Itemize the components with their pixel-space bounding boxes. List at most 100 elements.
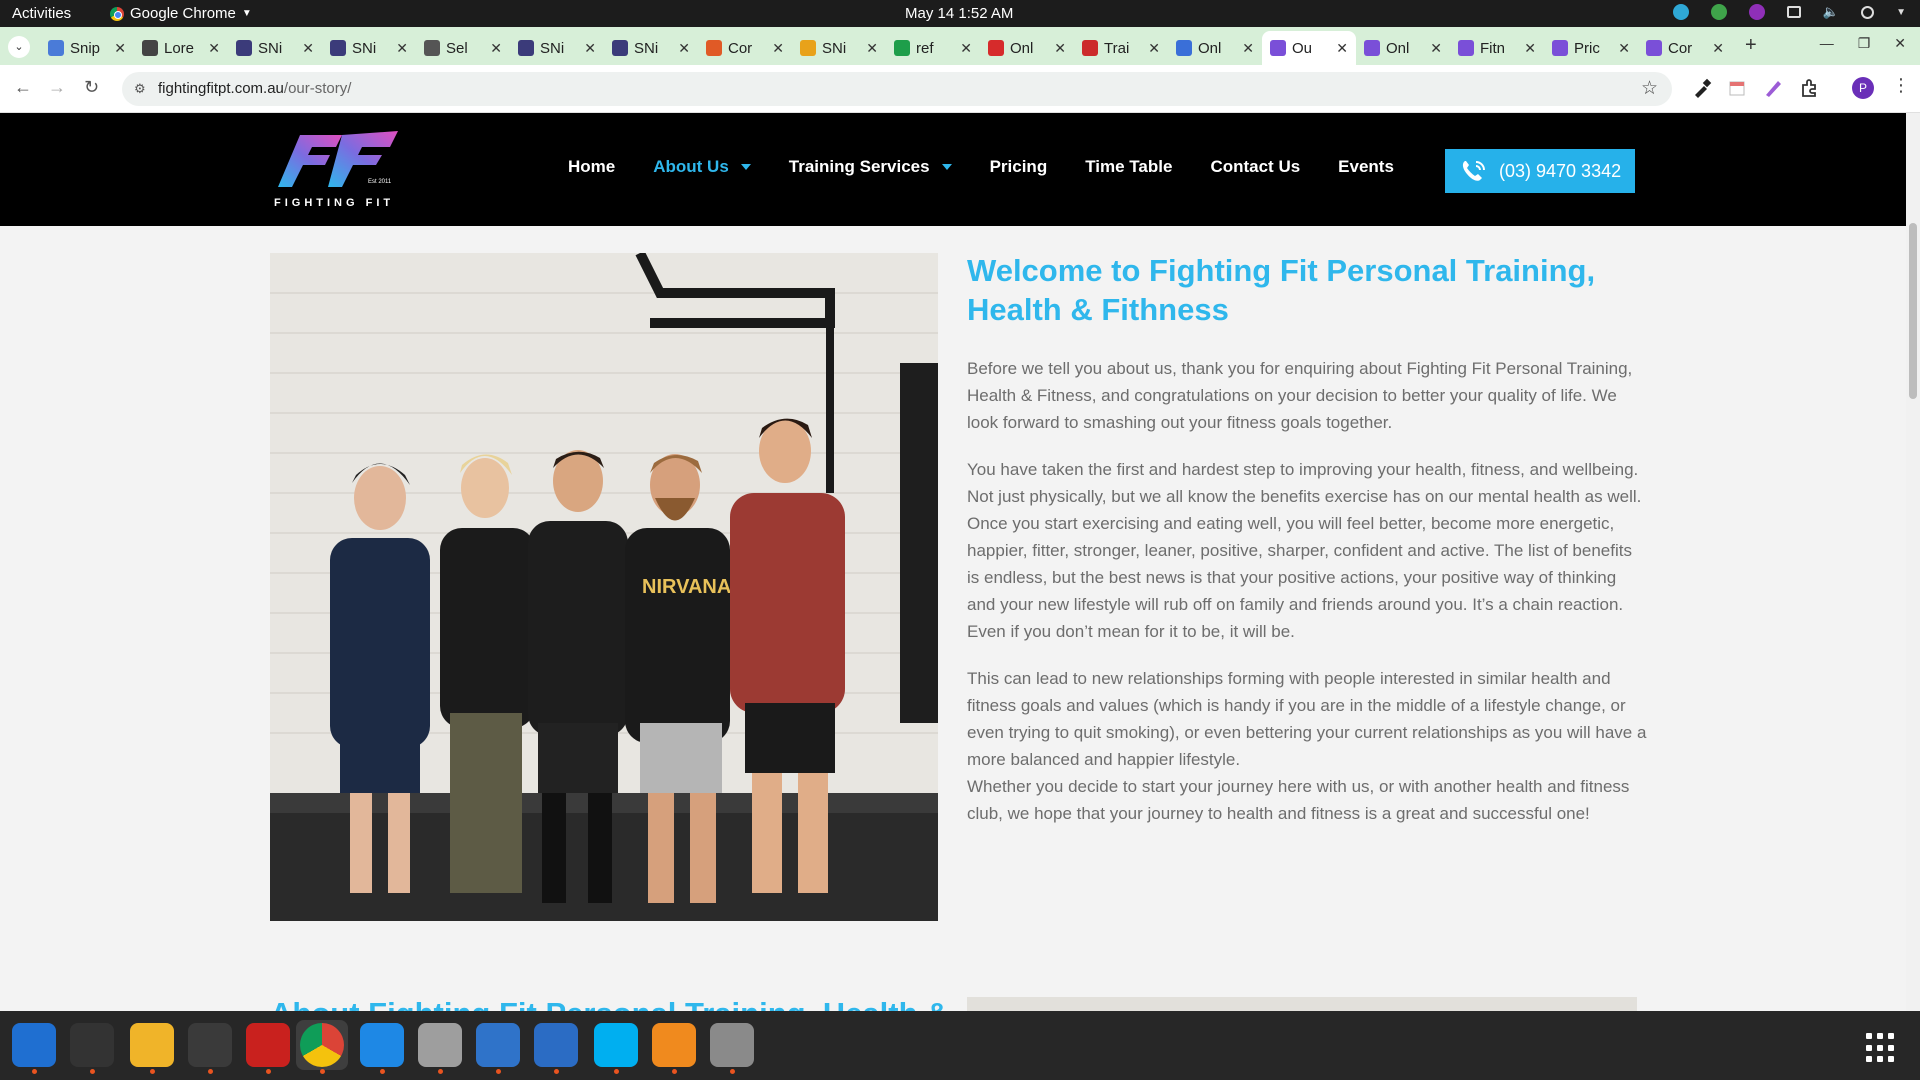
dock-system-monitor[interactable] (184, 1020, 236, 1074)
tab-close-icon[interactable]: ✕ (1618, 40, 1630, 57)
extensions-puzzle-icon[interactable] (1798, 77, 1820, 99)
url-path: /our-story/ (283, 80, 352, 97)
dock-terminal[interactable] (66, 1020, 118, 1074)
browser-tab[interactable]: Trai ✕ (1074, 31, 1168, 65)
tab-close-icon[interactable]: ✕ (960, 40, 972, 57)
tab-close-icon[interactable]: ✕ (490, 40, 502, 57)
bookmark-star-icon[interactable]: ☆ (1641, 77, 1658, 100)
tab-close-icon[interactable]: ✕ (1148, 40, 1160, 57)
extension-tray-icon[interactable] (1710, 4, 1727, 20)
skype-icon (594, 1023, 638, 1067)
dock-skype[interactable] (590, 1020, 642, 1074)
site-info-icon[interactable]: ⚙ (134, 81, 150, 97)
main-navigation: Home About Us Training Services Pricing Time… (568, 157, 1432, 177)
nav-item-label: Home (568, 157, 616, 176)
browser-tab[interactable]: Onl ✕ (1168, 31, 1262, 65)
tab-close-icon[interactable]: ✕ (1336, 40, 1348, 57)
app-tray-icon[interactable] (1748, 4, 1765, 20)
nav-item-pricing[interactable]: Pricing (990, 157, 1048, 177)
eyedropper-extension-icon[interactable] (1690, 77, 1712, 99)
page-scrollbar[interactable] (1906, 113, 1920, 1011)
tab-close-icon[interactable]: ✕ (396, 40, 408, 57)
dock-text-editor[interactable] (472, 1020, 524, 1074)
browser-tab[interactable]: SNi ✕ (792, 31, 886, 65)
browser-tab[interactable]: Cor ✕ (1638, 31, 1732, 65)
browser-tab[interactable]: Cor ✕ (698, 31, 792, 65)
tab-search-button[interactable]: ⌄ (8, 36, 30, 58)
tab-close-icon[interactable]: ✕ (208, 40, 220, 57)
browser-tab[interactable]: SNi ✕ (228, 31, 322, 65)
pen-extension-icon[interactable] (1762, 77, 1784, 99)
browser-tab[interactable]: SNi ✕ (322, 31, 416, 65)
chrome-menu-icon[interactable]: ⋮ (1892, 75, 1910, 96)
calendar-extension-icon[interactable] (1726, 77, 1748, 99)
fighting-fit-logo[interactable]: Est 2011 FIGHTING FIT (270, 127, 400, 213)
show-applications-icon[interactable] (1866, 1033, 1896, 1063)
dock-firefox-dev[interactable] (648, 1020, 700, 1074)
browser-tab[interactable]: Ou ✕ (1262, 31, 1356, 65)
dock-filezilla[interactable] (242, 1020, 294, 1074)
browser-tab[interactable]: ref ✕ (886, 31, 980, 65)
tab-close-icon[interactable]: ✕ (1242, 40, 1254, 57)
browser-tab[interactable]: Pric ✕ (1544, 31, 1638, 65)
tab-close-icon[interactable]: ✕ (1430, 40, 1442, 57)
nav-item-events[interactable]: Events (1338, 157, 1394, 177)
app-menu[interactable]: Google Chrome ▼ (110, 5, 252, 22)
tab-close-icon[interactable]: ✕ (302, 40, 314, 57)
tab-title: Onl (1386, 39, 1410, 57)
tab-title: SNi (822, 39, 847, 57)
phone-call-button[interactable]: (03) 9470 3342 (1445, 149, 1635, 193)
power-icon[interactable] (1861, 5, 1875, 19)
maximize-button[interactable]: ❐ (1858, 35, 1871, 52)
scrollbar-thumb[interactable] (1909, 223, 1917, 399)
browser-tab[interactable]: Sel ✕ (416, 31, 510, 65)
dock-calculator[interactable] (126, 1020, 178, 1074)
browser-tab[interactable]: Snip ✕ (40, 31, 134, 65)
browser-tab[interactable]: Lore ✕ (134, 31, 228, 65)
new-tab-button[interactable]: + (1745, 34, 1757, 57)
nav-item-contact-us[interactable]: Contact Us (1210, 157, 1300, 177)
nav-item-home[interactable]: Home (568, 157, 615, 177)
forward-button[interactable]: → (48, 77, 66, 98)
app-name: Google Chrome (130, 5, 236, 22)
reload-button[interactable]: ↻ (84, 77, 99, 98)
clock[interactable]: May 14 1:52 AM (905, 5, 1013, 22)
profile-avatar[interactable]: P (1852, 77, 1874, 99)
browser-tab[interactable]: Fitn ✕ (1450, 31, 1544, 65)
system-tray[interactable]: 🔈 ▼ (1672, 4, 1906, 20)
browser-tab[interactable]: SNi ✕ (604, 31, 698, 65)
browser-tab[interactable]: SNi ✕ (510, 31, 604, 65)
dock-chrome[interactable] (296, 1020, 348, 1074)
dock-vscode[interactable] (356, 1020, 408, 1074)
sync-icon[interactable] (1672, 4, 1689, 20)
chevron-down-icon[interactable]: ▼ (1896, 7, 1906, 18)
tab-close-icon[interactable]: ✕ (678, 40, 690, 57)
text-editor-icon (476, 1023, 520, 1067)
tab-close-icon[interactable]: ✕ (772, 40, 784, 57)
dock-document-viewer[interactable] (530, 1020, 582, 1074)
tab-close-icon[interactable]: ✕ (1524, 40, 1536, 57)
nav-item-training-services[interactable]: Training Services (789, 157, 952, 177)
running-indicator (614, 1069, 619, 1074)
close-window-button[interactable]: ✕ (1894, 35, 1906, 52)
nav-item-about-us[interactable]: About Us (653, 157, 751, 177)
activities-button[interactable]: Activities (12, 5, 71, 22)
benefits-paragraph: You have taken the first and hardest ste… (967, 460, 1642, 641)
minimize-button[interactable]: — (1820, 35, 1834, 52)
tab-close-icon[interactable]: ✕ (1054, 40, 1066, 57)
address-bar[interactable]: ⚙ fightingfitpt.com.au/our-story/ ☆ (122, 72, 1672, 106)
url-text[interactable]: fightingfitpt.com.au/our-story/ (158, 80, 351, 97)
nav-item-time-table[interactable]: Time Table (1085, 157, 1172, 177)
browser-tab[interactable]: Onl ✕ (980, 31, 1074, 65)
tab-close-icon[interactable]: ✕ (114, 40, 126, 57)
volume-icon[interactable]: 🔈 (1823, 4, 1839, 20)
dock-files[interactable] (414, 1020, 466, 1074)
back-button[interactable]: ← (14, 77, 32, 98)
browser-tab[interactable]: Onl ✕ (1356, 31, 1450, 65)
tab-close-icon[interactable]: ✕ (866, 40, 878, 57)
tab-close-icon[interactable]: ✕ (584, 40, 596, 57)
dock-disk-utility[interactable] (706, 1020, 758, 1074)
network-icon[interactable] (1786, 6, 1801, 18)
tab-close-icon[interactable]: ✕ (1712, 40, 1724, 57)
dock-thunderbird[interactable] (8, 1020, 60, 1074)
